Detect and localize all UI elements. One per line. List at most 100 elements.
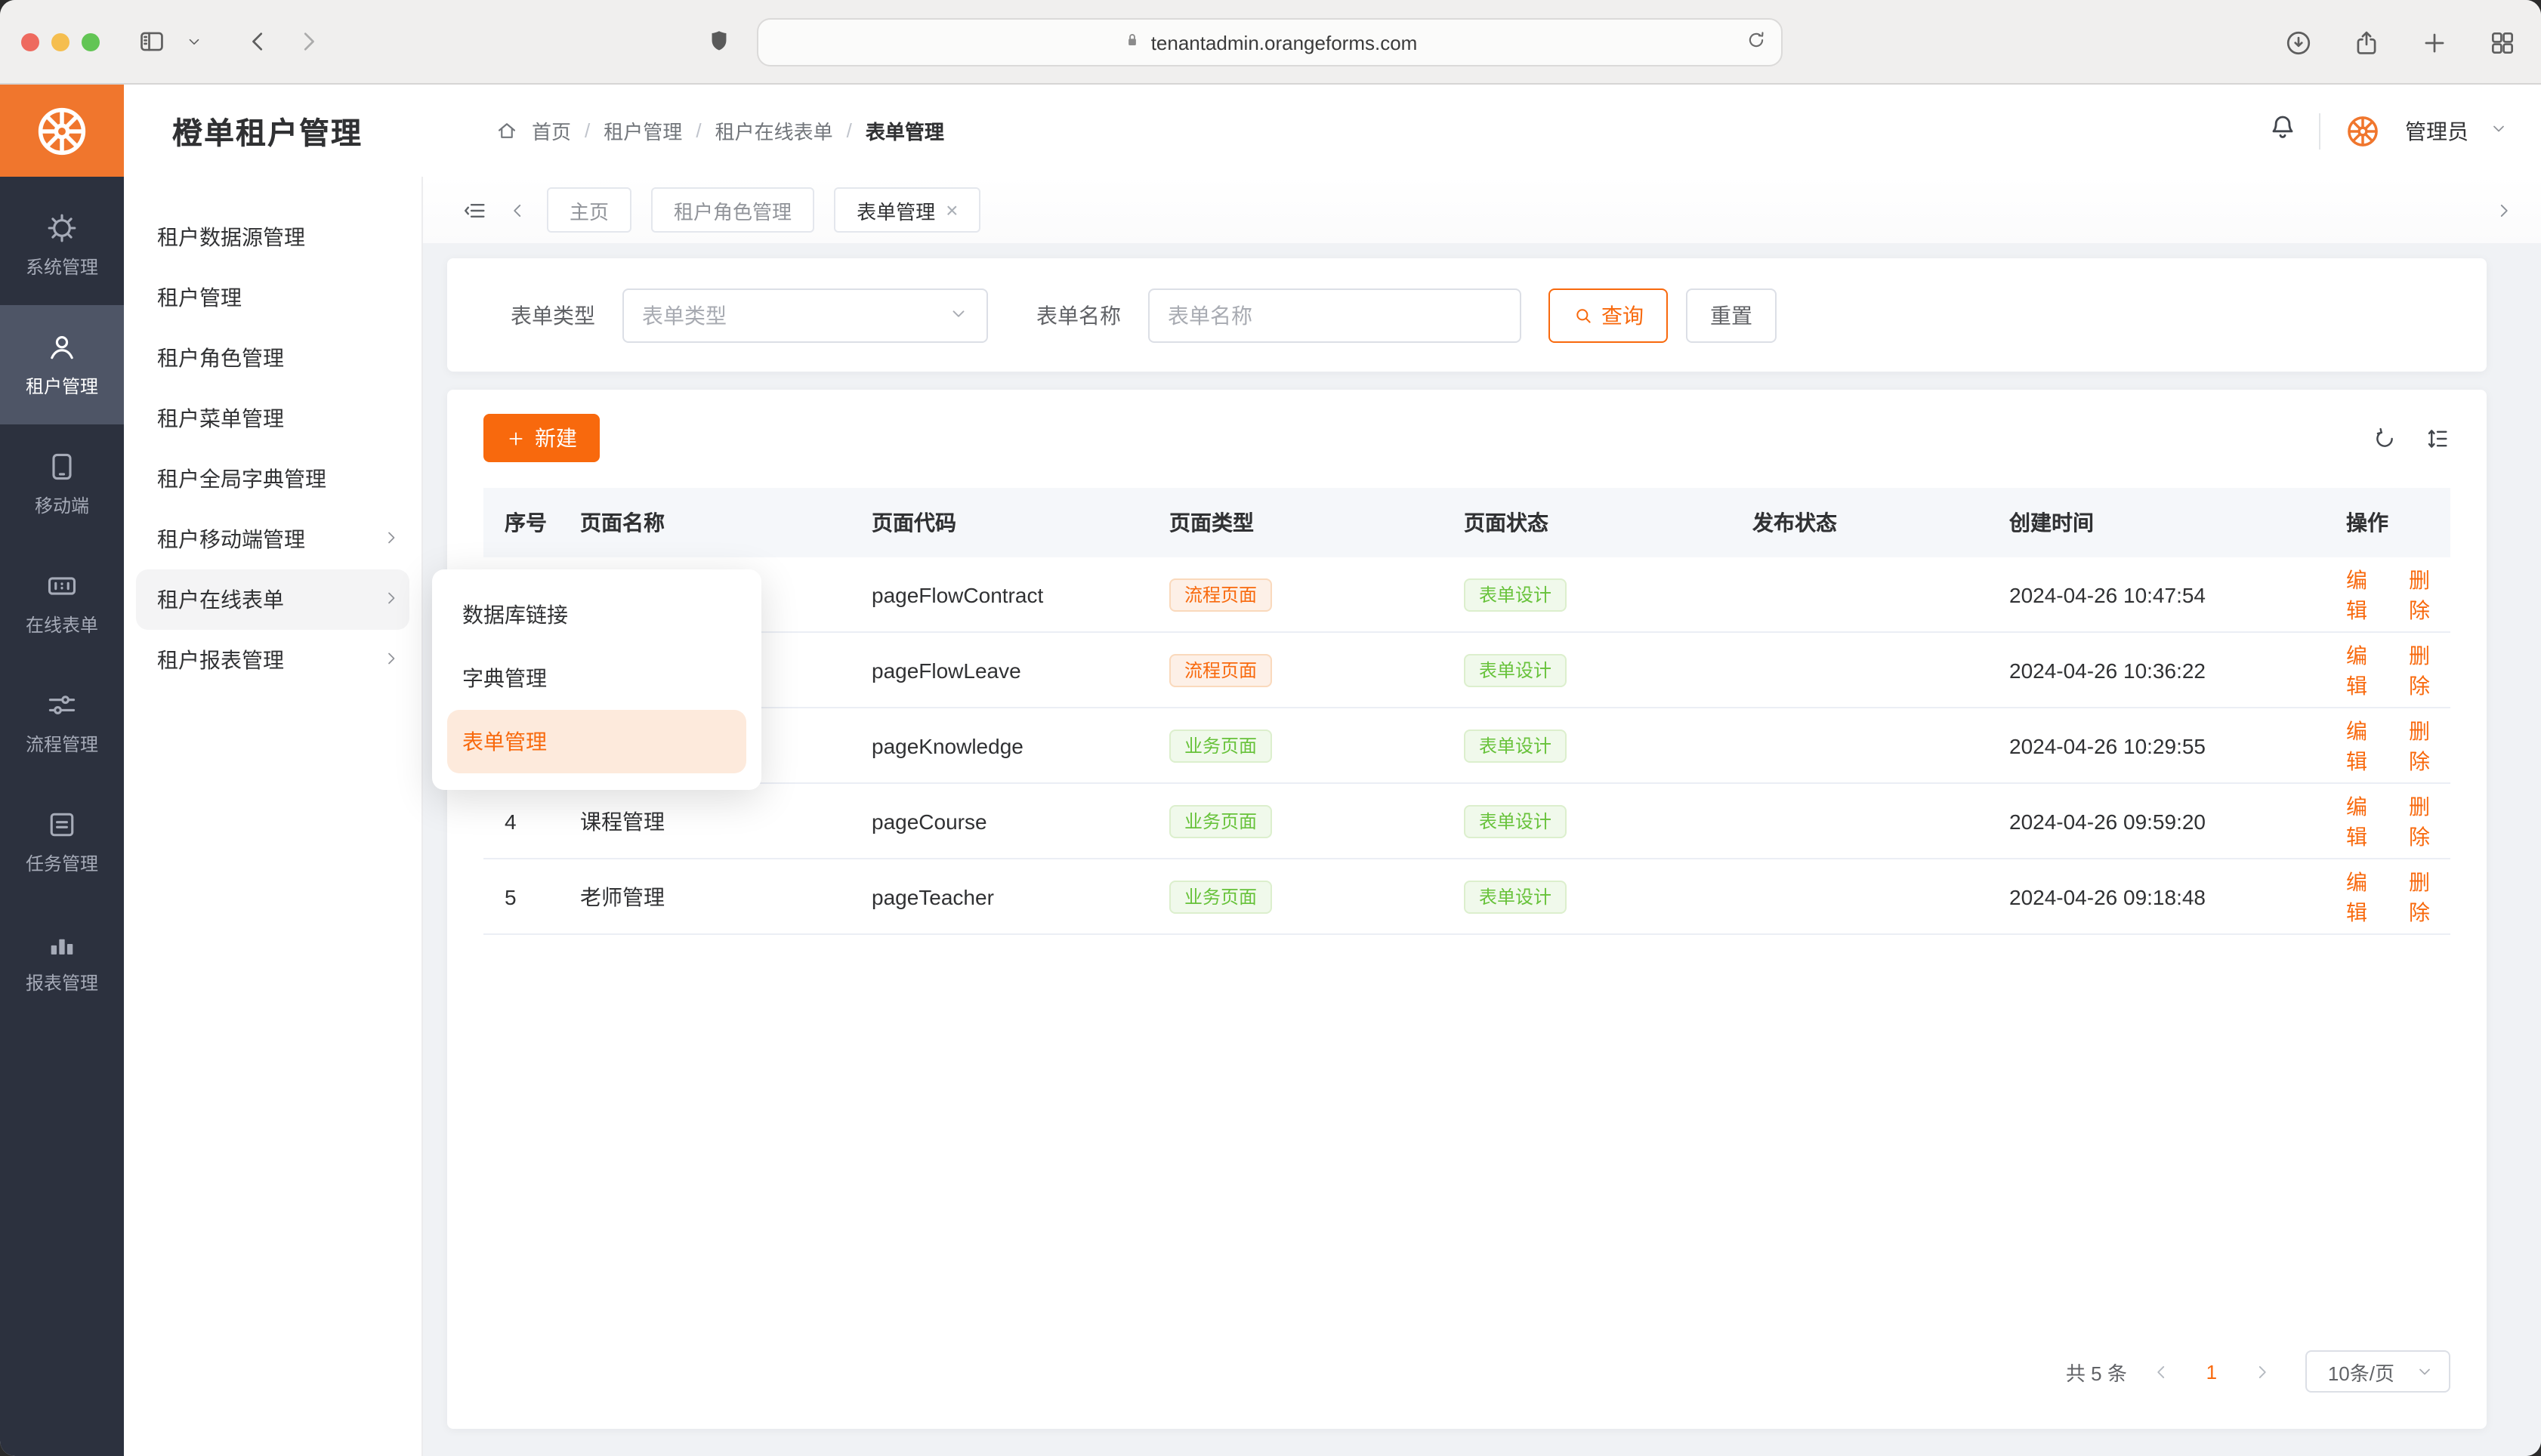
- rail-item-label: 流程管理: [26, 731, 98, 757]
- flyout-item-db-link[interactable]: 数据库链接: [432, 583, 761, 646]
- cell-created-time: 2024-04-26 10:29:55: [2009, 733, 2346, 757]
- sidebar-item-tenant-mobile[interactable]: 租户移动端管理: [124, 509, 421, 569]
- col-actions: 操作: [2346, 507, 2450, 538]
- delete-link[interactable]: 删除: [2409, 791, 2450, 851]
- next-page-icon[interactable]: [2252, 1362, 2272, 1381]
- page-status-tag: 表单设计: [1464, 578, 1567, 611]
- minimize-window-button[interactable]: [51, 32, 69, 51]
- edit-link[interactable]: 编辑: [2346, 715, 2388, 776]
- breadcrumb-home[interactable]: 首页: [532, 116, 571, 145]
- tabs-scroll-left-icon[interactable]: [508, 200, 527, 220]
- flyout-item-form-mgmt[interactable]: 表单管理: [447, 710, 746, 773]
- page-number[interactable]: 1: [2195, 1360, 2228, 1383]
- sidebar-item-label: 租户报表管理: [157, 645, 284, 675]
- privacy-shield-icon[interactable]: [705, 26, 733, 65]
- sidebar-item-datasource[interactable]: 租户数据源管理: [124, 207, 421, 267]
- downloads-icon[interactable]: [2277, 21, 2319, 63]
- tab-form-mgmt[interactable]: 表单管理×: [834, 187, 980, 233]
- sidebar-item-tenant-role[interactable]: 租户角色管理: [124, 328, 421, 388]
- edit-link[interactable]: 编辑: [2346, 640, 2388, 700]
- chevron-right-icon: [382, 648, 400, 672]
- cell-created-time: 2024-04-26 10:36:22: [2009, 658, 2346, 682]
- form-name-input[interactable]: [1168, 303, 1502, 327]
- page-status-tag: 表单设计: [1464, 653, 1567, 686]
- sidebar-item-label: 租户移动端管理: [157, 524, 305, 554]
- cell-page-name: 课程管理: [580, 806, 872, 836]
- table-row: pageFlowContract 流程页面 表单设计 2024-04-26 10…: [483, 557, 2450, 633]
- breadcrumb: 首页 / 租户管理 / 租户在线表单 / 表单管理: [496, 116, 944, 145]
- rail-item-task[interactable]: 任务管理: [0, 782, 124, 902]
- rail-item-label: 报表管理: [26, 970, 98, 995]
- sidebar-item-tenant-dict[interactable]: 租户全局字典管理: [124, 449, 421, 509]
- breadcrumb-tenant-mgmt[interactable]: 租户管理: [604, 116, 682, 145]
- close-window-button[interactable]: [21, 32, 39, 51]
- flyout-item-dict-mgmt[interactable]: 字典管理: [432, 646, 761, 710]
- sidebar-item-tenant-mgmt[interactable]: 租户管理: [124, 267, 421, 328]
- sidebar-toggle-icon[interactable]: [130, 20, 172, 63]
- column-settings-icon[interactable]: [2425, 425, 2450, 451]
- create-button[interactable]: 新建: [483, 414, 600, 462]
- module-rail: 系统管理 租户管理 移动端 在线表单 流程管理 任务管理 报表管理: [0, 177, 124, 1456]
- notifications-bell-icon[interactable]: [2268, 112, 2298, 150]
- reload-icon[interactable]: [1745, 29, 1768, 56]
- refresh-icon[interactable]: [2372, 425, 2397, 451]
- rail-item-label: 移动端: [35, 492, 89, 518]
- pagination: 共 5 条 1 10条/页: [483, 1332, 2450, 1429]
- rail-item-workflow[interactable]: 流程管理: [0, 663, 124, 782]
- forward-button[interactable]: [287, 20, 329, 63]
- tab-home[interactable]: 主页: [547, 187, 631, 233]
- user-menu-chevron-icon[interactable]: [2490, 117, 2508, 144]
- breadcrumb-online-form[interactable]: 租户在线表单: [715, 116, 833, 145]
- sidebar-item-tenant-report[interactable]: 租户报表管理: [124, 630, 421, 690]
- cell-page-code: pageFlowLeave: [872, 658, 1169, 682]
- delete-link[interactable]: 删除: [2409, 866, 2450, 927]
- prev-page-icon[interactable]: [2151, 1362, 2171, 1381]
- sidebar-item-tenant-menu[interactable]: 租户菜单管理: [124, 388, 421, 449]
- user-name[interactable]: 管理员: [2405, 116, 2468, 146]
- create-button-label: 新建: [535, 423, 577, 453]
- delete-link[interactable]: 删除: [2409, 715, 2450, 776]
- sidebar-item-label: 租户菜单管理: [157, 403, 284, 433]
- reset-button[interactable]: 重置: [1686, 288, 1777, 342]
- rail-item-online-form[interactable]: 在线表单: [0, 544, 124, 663]
- edit-link[interactable]: 编辑: [2346, 564, 2388, 625]
- rail-item-label: 租户管理: [26, 373, 98, 399]
- chevron-right-icon: [382, 527, 400, 551]
- reset-button-label: 重置: [1710, 300, 1752, 330]
- tab-overview-icon[interactable]: [2481, 21, 2523, 63]
- query-button[interactable]: 查询: [1548, 288, 1668, 342]
- rail-item-report[interactable]: 报表管理: [0, 902, 124, 1021]
- close-tab-icon[interactable]: ×: [946, 199, 958, 221]
- delete-link[interactable]: 删除: [2409, 564, 2450, 625]
- chevron-down-icon: [2416, 1362, 2434, 1380]
- col-no: 序号: [483, 507, 580, 538]
- page-type-tag: 业务页面: [1169, 729, 1272, 762]
- breadcrumb-separator: /: [585, 119, 590, 142]
- breadcrumb-separator: /: [847, 119, 852, 142]
- tab-list-icon[interactable]: [462, 197, 488, 223]
- back-button[interactable]: [236, 20, 278, 63]
- share-icon[interactable]: [2345, 21, 2387, 63]
- cell-page-code: pageCourse: [872, 809, 1169, 833]
- zoom-window-button[interactable]: [82, 32, 100, 51]
- avatar[interactable]: [2342, 110, 2384, 152]
- rail-item-mobile[interactable]: 移动端: [0, 424, 124, 544]
- form-type-select[interactable]: 表单类型: [622, 288, 988, 342]
- new-tab-icon[interactable]: [2413, 21, 2455, 63]
- address-bar[interactable]: tenantadmin.orangeforms.com: [757, 18, 1783, 66]
- edit-link[interactable]: 编辑: [2346, 866, 2388, 927]
- cell-created-time: 2024-04-26 09:59:20: [2009, 809, 2346, 833]
- rail-item-tenant[interactable]: 租户管理: [0, 305, 124, 424]
- sidebar-item-label: 租户管理: [157, 282, 242, 313]
- edit-link[interactable]: 编辑: [2346, 791, 2388, 851]
- browser-toolbar: tenantadmin.orangeforms.com: [0, 0, 2541, 85]
- page-type-tag: 业务页面: [1169, 804, 1272, 838]
- sidebar-item-tenant-online-form[interactable]: 租户在线表单: [136, 569, 409, 630]
- rail-item-system[interactable]: 系统管理: [0, 186, 124, 305]
- tab-tenant-role[interactable]: 租户角色管理: [651, 187, 814, 233]
- tabs-scroll-right-icon[interactable]: [2494, 200, 2514, 220]
- tab-group-chevron-icon[interactable]: [172, 20, 215, 63]
- page-size-select[interactable]: 10条/页: [2305, 1350, 2450, 1393]
- total-count: 共 5 条: [2066, 1357, 2127, 1386]
- delete-link[interactable]: 删除: [2409, 640, 2450, 700]
